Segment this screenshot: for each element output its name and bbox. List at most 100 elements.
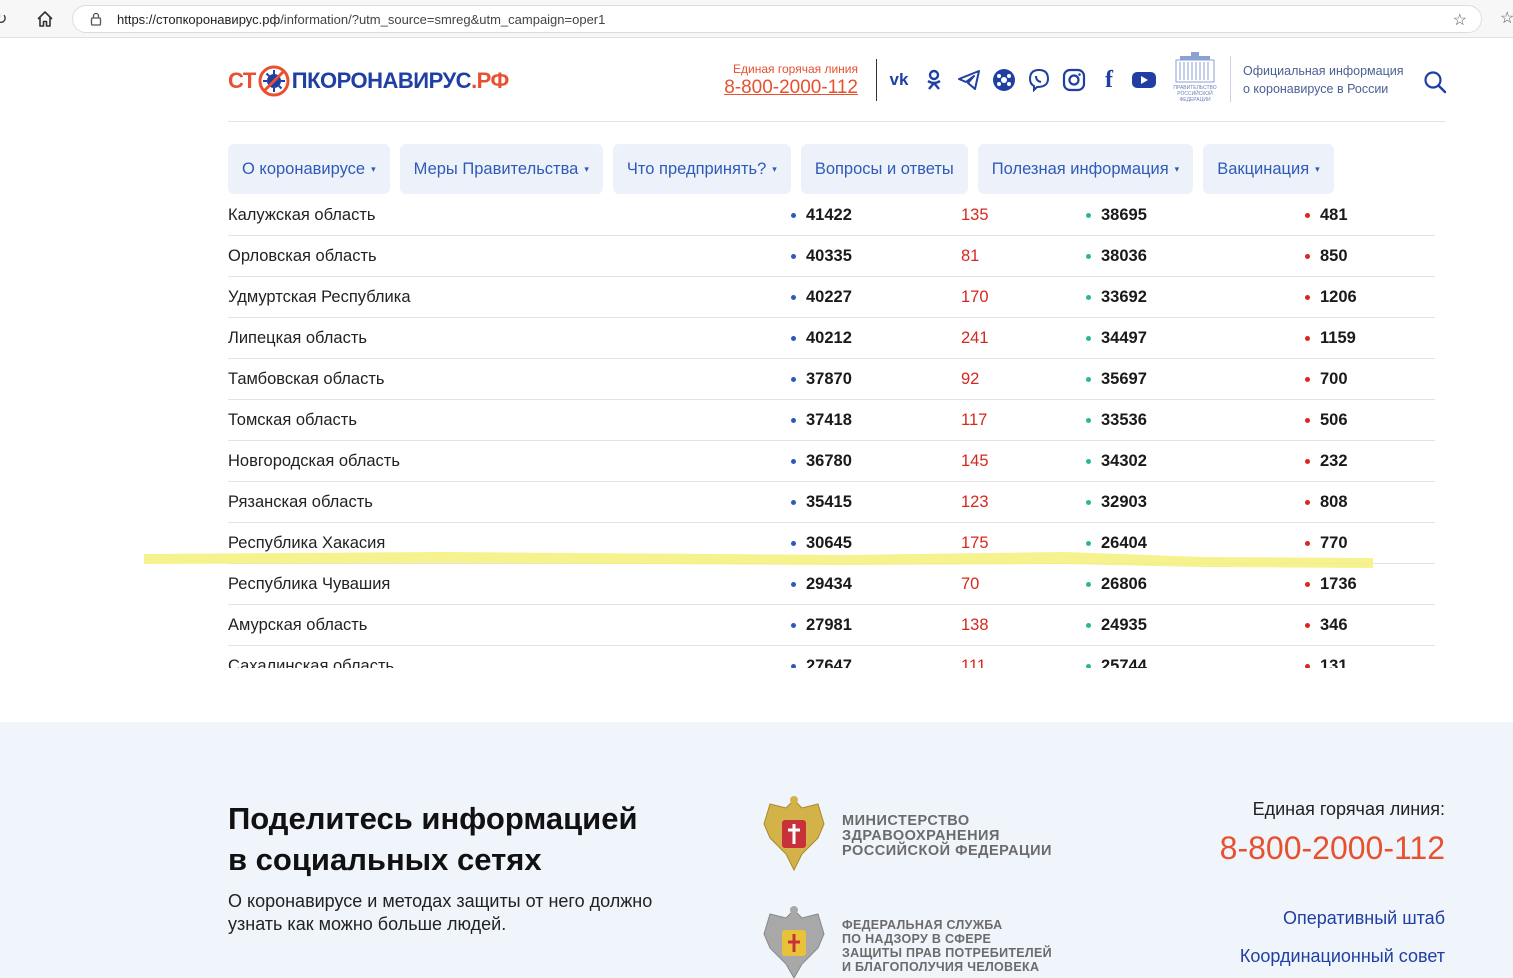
recovered: 38695	[1101, 208, 1147, 224]
cases-dot	[791, 664, 796, 668]
operational-HQ-link[interactable]: Оперативный штаб	[1283, 908, 1445, 929]
nav-item-faq[interactable]: Вопросы и ответы	[800, 144, 968, 194]
coordination-council-link[interactable]: Координационный совет	[1240, 946, 1445, 967]
deaths-dot	[1305, 500, 1310, 505]
favorites-icon[interactable]: ☆	[1500, 8, 1513, 28]
total-cases: 37870	[806, 370, 852, 388]
deaths: 131	[1320, 657, 1348, 668]
deaths: 850	[1320, 247, 1348, 265]
gov-info-text[interactable]: Официальная информация о коронавирусе в …	[1243, 62, 1404, 98]
instagram-icon[interactable]	[1061, 67, 1087, 93]
total-cases: 37418	[806, 411, 852, 429]
telegram-icon[interactable]	[956, 67, 982, 93]
recovered-dot	[1086, 377, 1091, 382]
recovered-dot	[1086, 336, 1091, 341]
region-name: Тамбовская область	[228, 370, 385, 388]
new-cases: 138	[961, 616, 989, 634]
table-row: Липецкая область 40212 241 34497 1159	[228, 318, 1435, 359]
new-cases: 70	[961, 575, 980, 593]
deaths-dot	[1305, 459, 1310, 464]
table-row: Сахалинская область 27647 111 25744 131	[228, 646, 1435, 668]
table-row: Калужская область 41422 135 38695 481	[228, 208, 1435, 236]
region-name: Новгородская область	[228, 452, 400, 470]
recovered-dot	[1086, 664, 1091, 668]
rospotrebnadzor-emblem-icon[interactable]	[756, 904, 832, 978]
region-name: Орловская область	[228, 247, 377, 265]
total-cases: 27647	[806, 657, 852, 668]
deaths-dot	[1305, 541, 1310, 546]
new-cases: 170	[961, 288, 989, 306]
main-nav: О коронавирусе ▾ Меры Правительства ▾ Что …	[228, 144, 1334, 194]
gov-divider	[1230, 56, 1231, 102]
nav-item-what-to-do[interactable]: Что предпринять? ▾	[612, 144, 791, 194]
table-row: Новгородская область 36780 145 34302 232	[228, 441, 1435, 482]
nav-item-vaccination[interactable]: Вакцинация ▾	[1203, 144, 1334, 194]
vk-icon[interactable]: vk	[886, 67, 912, 93]
new-cases: 241	[961, 329, 989, 347]
regions-table[interactable]: Калужская область 41422 135 38695 481 Орловск…	[228, 208, 1435, 668]
total-cases: 36780	[806, 452, 852, 470]
region-name: Липецкая область	[228, 329, 367, 347]
total-cases: 35415	[806, 493, 852, 511]
recovered-dot	[1086, 213, 1091, 218]
header-divider	[876, 59, 877, 101]
rospotrebnadzor-name[interactable]: ФЕДЕРАЛЬНАЯ СЛУЖБА ПО НАДЗОРУ В СФЕРЕ ЗА…	[842, 918, 1052, 974]
home-icon[interactable]	[34, 8, 56, 30]
deaths: 506	[1320, 411, 1348, 429]
site-footer: Поделитесь информацией в социальных сетя…	[0, 722, 1513, 978]
regions-table-body: Калужская область 41422 135 38695 481 Орловск…	[228, 208, 1435, 668]
total-cases: 41422	[806, 208, 852, 224]
cases-dot	[791, 254, 796, 259]
total-cases: 29434	[806, 575, 852, 593]
cases-dot	[791, 459, 796, 464]
total-cases: 40212	[806, 329, 852, 347]
recovered: 38036	[1101, 247, 1147, 265]
chevron-down-icon: ▾	[1315, 163, 1320, 174]
social-links: vk f	[886, 67, 1157, 93]
nav-item-about[interactable]: О коронавирусе ▾	[228, 144, 390, 194]
nav-item-government-measures[interactable]: Меры Правительства ▾	[399, 144, 603, 194]
lock-icon[interactable]	[89, 12, 103, 26]
deaths-dot	[1305, 377, 1310, 382]
address-bar[interactable]: https://стопкоронавирус.рф/information/?…	[72, 5, 1482, 33]
site-logo[interactable]: СТ ПКОРОНАВИРУС .РФ	[228, 63, 509, 99]
recovered: 24935	[1101, 616, 1147, 634]
ministry-of-health-emblem-icon[interactable]	[756, 794, 832, 876]
total-cases: 40227	[806, 288, 852, 306]
browser-toolbar: ↻ https://стопкоронавирус.рф/information…	[0, 0, 1513, 38]
chevron-down-icon: ▾	[371, 163, 376, 174]
cases-dot	[791, 336, 796, 341]
recovered: 35697	[1101, 370, 1147, 388]
search-icon[interactable]	[1423, 70, 1447, 94]
region-name: Амурская область	[228, 616, 368, 634]
ok-icon[interactable]	[921, 67, 947, 93]
add-favorite-icon[interactable]: ☆	[1453, 10, 1467, 30]
reload-icon[interactable]: ↻	[0, 9, 7, 29]
deaths: 1159	[1320, 329, 1356, 347]
ministry-of-health-name[interactable]: МИНИСТЕРСТВО ЗДРАВООХРАНЕНИЯ РОССИЙСКОЙ …	[842, 814, 1052, 859]
facebook-icon[interactable]: f	[1096, 67, 1122, 93]
virus-stop-icon	[258, 65, 290, 97]
recovered-dot	[1086, 295, 1091, 300]
region-name: Рязанская область	[228, 493, 373, 511]
share-description: О коронавирусе и методах защиты от него …	[228, 891, 653, 934]
highlight-marker-stroke	[144, 552, 1373, 568]
nav-item-useful-info[interactable]: Полезная информация ▾	[977, 144, 1194, 194]
cases-dot	[791, 213, 796, 218]
deaths-dot	[1305, 213, 1310, 218]
youtube-icon[interactable]	[1131, 67, 1157, 93]
table-row: Орловская область 40335 81 38036 850	[228, 236, 1435, 277]
footer-hotline-number[interactable]: 8-800-2000-112	[1220, 830, 1445, 867]
header-hotline: Единая горячая линия 8-800-2000-112	[718, 62, 858, 99]
viber-icon[interactable]	[1026, 67, 1052, 93]
region-name: Удмуртская Республика	[228, 288, 411, 306]
deaths-dot	[1305, 664, 1310, 668]
yandex-zen-icon[interactable]	[991, 67, 1017, 93]
footer-hotline-label: Единая горячая линия:	[1252, 799, 1445, 819]
recovered-dot	[1086, 582, 1091, 587]
hotline-number-link[interactable]: 8-800-2000-112	[718, 77, 858, 99]
government-building-icon[interactable]: ПРАВИТЕЛЬСТВО РОССИЙСКОЙ ФЕДЕРАЦИИ	[1166, 52, 1224, 104]
chevron-down-icon: ▾	[772, 163, 777, 174]
cases-dot	[791, 295, 796, 300]
total-cases: 40335	[806, 247, 852, 265]
